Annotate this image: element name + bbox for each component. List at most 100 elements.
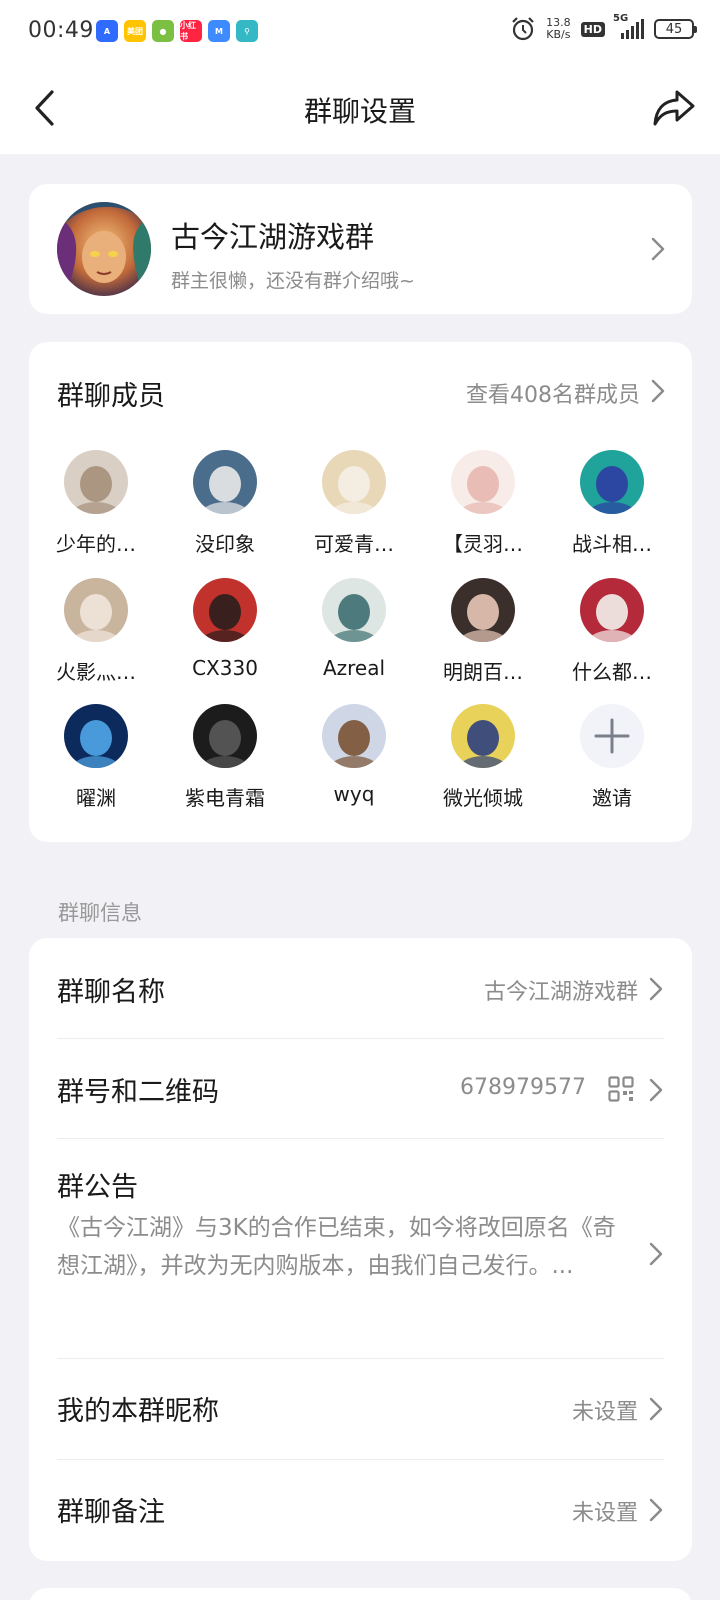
group-notice-label: 群公告 (57, 1172, 138, 1203)
qr-code-icon[interactable] (608, 1076, 634, 1102)
members-card: 群聊成员 查看408名群成员 少年的… 没印象 可爱青… 【灵羽… 战斗相… 火影灬… CX… (29, 342, 692, 842)
next-settings-card (29, 1588, 692, 1600)
teal-app-icon: ⚲ (236, 20, 258, 42)
group-id-label: 群号和二维码 (57, 1077, 219, 1108)
hd-badge: HD (580, 21, 605, 37)
group-name-value: 古今江湖游戏群 (483, 980, 638, 1005)
chevron-right-icon (649, 1242, 663, 1266)
member-avatar (451, 704, 515, 768)
member-name: 少年的… (56, 532, 136, 556)
member-name: 曜渊 (76, 786, 116, 810)
signal-icon: 5G (613, 13, 644, 39)
members-title: 群聊成员 (57, 381, 165, 412)
my-nickname-value: 未设置 (571, 1400, 638, 1425)
chevron-right-icon (649, 1078, 663, 1102)
member-name: 什么都… (572, 660, 652, 684)
member-item[interactable]: 明朗百… (423, 578, 543, 698)
member-avatar (64, 704, 128, 768)
net-speed-unit: KB/s (546, 28, 571, 41)
app-a-icon: A (96, 20, 118, 42)
group-description: 群主很懒，还没有群介绍哦~ (171, 270, 415, 292)
member-item[interactable]: 曜渊 (36, 704, 156, 824)
chevron-right-icon (651, 237, 665, 261)
blue-app-icon: M (208, 20, 230, 42)
member-avatar (322, 450, 386, 514)
member-name: 战斗相… (572, 532, 652, 556)
chevron-right-icon[interactable] (650, 378, 666, 404)
member-name: CX330 (192, 656, 258, 680)
member-avatar (451, 578, 515, 642)
member-name: 可爱青… (314, 532, 394, 556)
page-title: 群聊设置 (303, 95, 416, 128)
group-avatar[interactable] (57, 202, 151, 296)
member-avatar (64, 450, 128, 514)
member-name: 火影灬… (56, 660, 136, 684)
status-time: 00:49 (28, 18, 94, 43)
net-speed: 13.8 KB/s (546, 17, 571, 41)
group-info-card: 群聊名称 古今江湖游戏群 群号和二维码 678979577 群公告 《古今江湖》… (29, 938, 692, 1561)
invite-button[interactable]: 邀请 (552, 704, 672, 824)
battery-level: 45 (665, 21, 683, 37)
my-nickname-row[interactable]: 我的本群昵称 未设置 (57, 1359, 664, 1459)
title-bar: 群聊设置 (0, 64, 720, 154)
share-button[interactable] (650, 84, 698, 132)
member-avatar (193, 704, 257, 768)
status-bar: 00:49 A 美团 ● 小红书 M ⚲ 13.8 KB/s HD 5G 45 (0, 0, 720, 64)
member-item[interactable]: 少年的… (36, 450, 156, 570)
chevron-right-icon (649, 977, 663, 1001)
member-name: 【灵羽… (443, 532, 523, 556)
member-avatar (580, 450, 644, 514)
invite-label: 邀请 (592, 786, 632, 810)
member-item[interactable]: 战斗相… (552, 450, 672, 570)
notification-icons: A 美团 ● 小红书 M ⚲ (96, 20, 258, 42)
group-remark-row[interactable]: 群聊备注 未设置 (57, 1460, 664, 1560)
alarm-icon (512, 17, 534, 41)
member-avatar (64, 578, 128, 642)
group-notice-text: 《古今江湖》与3K的合作已结束，如今将改回原名《奇想江湖》，并改为无内购版本，由… (57, 1215, 616, 1279)
member-item[interactable]: 【灵羽… (423, 450, 543, 570)
member-item[interactable]: 微光倾城 (423, 704, 543, 824)
section-label-group-info: 群聊信息 (58, 901, 142, 925)
member-name: wyq (333, 782, 375, 806)
status-indicators: 13.8 KB/s HD 5G 45 (510, 13, 697, 42)
xiaohongshu-icon: 小红书 (180, 20, 202, 42)
group-profile-card[interactable]: 古今江湖游戏群 群主很懒，还没有群介绍哦~ (29, 184, 692, 314)
group-remark-value: 未设置 (571, 1501, 638, 1526)
member-avatar (451, 450, 515, 514)
member-name: Azreal (322, 656, 386, 680)
member-avatar (322, 578, 386, 642)
member-item[interactable]: CX330 (165, 578, 285, 698)
member-avatar (322, 704, 386, 768)
member-name: 微光倾城 (443, 786, 523, 810)
member-item[interactable]: 可爱青… (294, 450, 414, 570)
member-item[interactable]: 没印象 (165, 450, 285, 570)
view-all-members-link[interactable]: 查看408名群成员 (466, 377, 640, 409)
member-item[interactable]: 紫电青霜 (165, 704, 285, 824)
member-name: 明朗百… (443, 660, 523, 684)
plus-icon (580, 704, 644, 768)
member-avatar (580, 578, 644, 642)
chevron-right-icon (649, 1397, 663, 1421)
member-item[interactable]: wyq (294, 704, 414, 824)
member-item[interactable]: 火影灬… (36, 578, 156, 698)
group-notice-row[interactable]: 群公告 《古今江湖》与3K的合作已结束，如今将改回原名《奇想江湖》，并改为无内购… (57, 1139, 664, 1357)
chevron-right-icon (649, 1498, 663, 1522)
member-item[interactable]: Azreal (294, 578, 414, 698)
meituan-icon: 美团 (124, 20, 146, 42)
group-id-value: 678979577 (460, 1075, 586, 1100)
member-avatar (193, 578, 257, 642)
group-name-row[interactable]: 群聊名称 古今江湖游戏群 (57, 938, 664, 1038)
member-name: 紫电青霜 (185, 786, 265, 810)
share-icon (653, 90, 695, 126)
group-id-row[interactable]: 群号和二维码 678979577 (57, 1039, 664, 1139)
battery-icon: 45 (654, 19, 697, 39)
green-app-icon: ● (152, 20, 174, 42)
my-nickname-label: 我的本群昵称 (57, 1396, 219, 1427)
member-item[interactable]: 什么都… (552, 578, 672, 698)
group-remark-label: 群聊备注 (57, 1497, 165, 1528)
group-name: 古今江湖游戏群 (171, 220, 375, 254)
group-name-label: 群聊名称 (57, 977, 165, 1008)
network-type: 5G (613, 13, 629, 24)
member-name: 没印象 (195, 532, 255, 556)
member-avatar (193, 450, 257, 514)
